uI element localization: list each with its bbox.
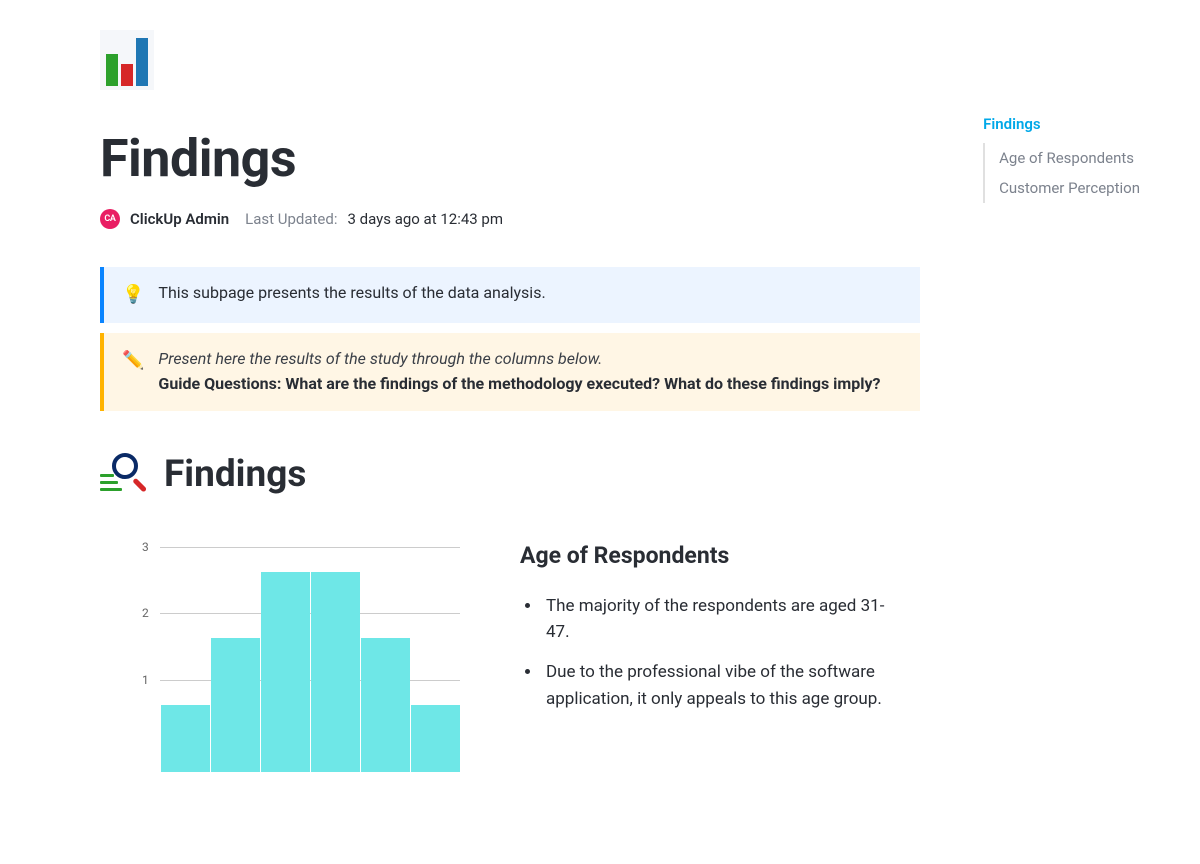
bar-chart-icon — [100, 30, 154, 90]
list-item: The majority of the respondents are aged… — [542, 593, 900, 646]
toc-item[interactable]: Customer Perception — [999, 173, 1140, 203]
chart-bar — [411, 705, 460, 772]
updated-time: 3 days ago at 12:43 pm — [347, 210, 503, 228]
subsection-title: Age of Respondents — [520, 542, 900, 569]
info-callout: 💡 This subpage presents the results of t… — [100, 267, 920, 323]
toc-item-findings[interactable]: Findings — [983, 115, 1140, 133]
section-title-text: Findings — [164, 453, 306, 496]
avatar: CA — [100, 209, 120, 229]
y-tick-label: 3 — [142, 540, 149, 554]
page-title: Findings — [100, 130, 920, 187]
guide-callout: ✏️ Present here the results of the study… — [100, 333, 920, 411]
chart-bar — [161, 705, 210, 772]
y-tick-label: 1 — [142, 673, 149, 687]
chart-bar — [361, 638, 410, 771]
chart-bar — [211, 638, 260, 771]
y-tick-label: 2 — [142, 606, 149, 620]
lightbulb-icon: 💡 — [122, 281, 144, 309]
chart-bar — [261, 572, 310, 772]
chart-bar — [311, 572, 360, 772]
section-heading: Findings — [100, 453, 920, 497]
pencil-icon: ✏️ — [122, 347, 144, 375]
info-callout-text: This subpage presents the results of the… — [158, 281, 545, 306]
outline-panel: Findings Age of RespondentsCustomer Perc… — [983, 115, 1140, 203]
guide-bold: Guide Questions: What are the findings o… — [158, 372, 880, 397]
magnifier-icon — [100, 453, 150, 497]
findings-list: The majority of the respondents are aged… — [520, 593, 900, 712]
guide-italic: Present here the results of the study th… — [158, 347, 880, 372]
author-name: ClickUp Admin — [130, 210, 229, 228]
list-item: Due to the professional vibe of the soft… — [542, 659, 900, 712]
toc-item[interactable]: Age of Respondents — [999, 143, 1140, 173]
updated-label: Last Updated: — [245, 210, 337, 228]
page-meta: CA ClickUp Admin Last Updated: 3 days ag… — [100, 209, 920, 229]
histogram-chart: 123 — [150, 547, 470, 772]
